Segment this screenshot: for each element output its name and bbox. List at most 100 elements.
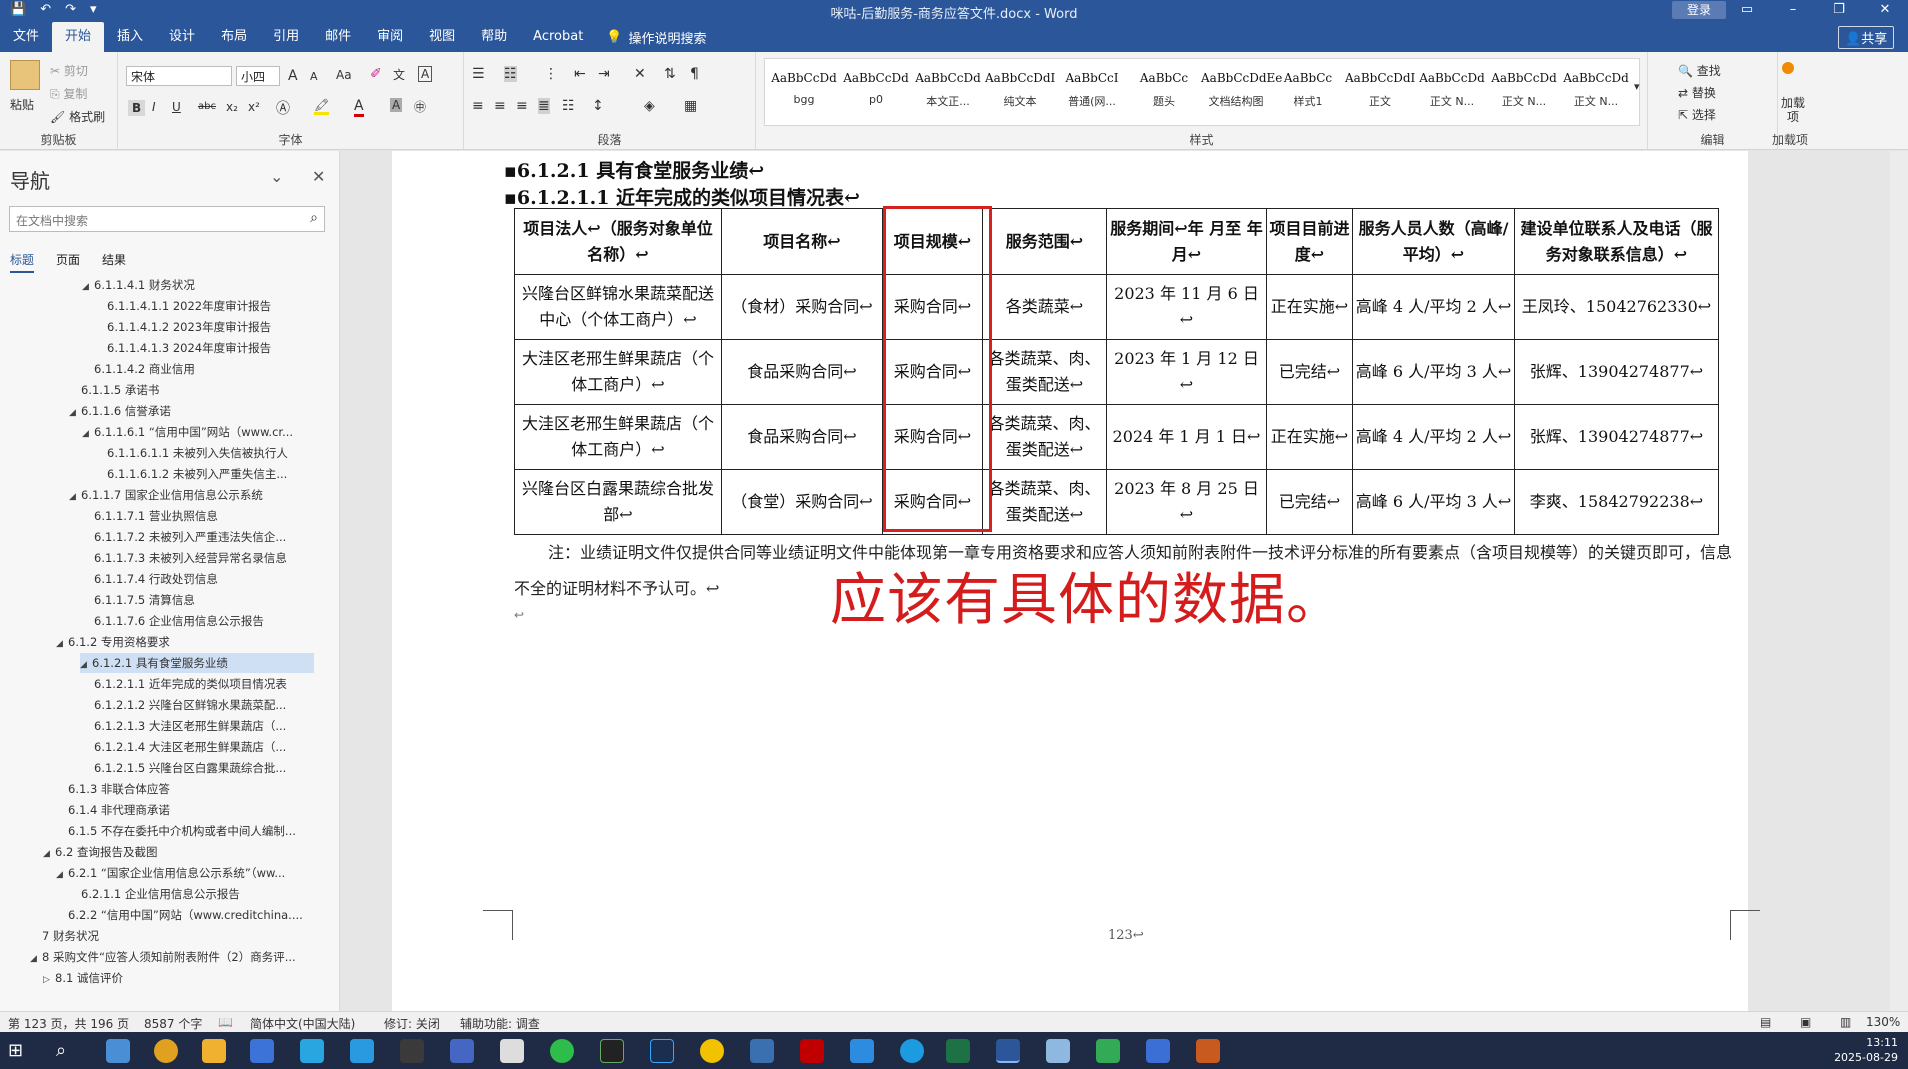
nav-outline-item[interactable]: 6.1.2.1.3 大洼区老邢生鲜果蔬店（... bbox=[82, 716, 286, 736]
acrobat-icon[interactable] bbox=[800, 1039, 824, 1063]
style-item[interactable]: AaBbCcDd p0 bbox=[841, 63, 911, 121]
app-icon[interactable] bbox=[300, 1039, 324, 1063]
addins-button[interactable]: 加载项 bbox=[1778, 96, 1808, 124]
nav-outline-item[interactable]: ▷ 8.1 诚信评价 bbox=[43, 968, 123, 988]
multilevel-list-icon[interactable]: ⋮ bbox=[544, 66, 558, 82]
search-icon[interactable]: ⌕ bbox=[310, 210, 318, 226]
app-icon[interactable] bbox=[1046, 1039, 1070, 1063]
underline-button[interactable]: U bbox=[172, 100, 181, 114]
search-icon[interactable]: ⌕ bbox=[56, 1039, 80, 1063]
font-color-icon[interactable]: A bbox=[354, 98, 364, 117]
char-shading-icon[interactable]: A bbox=[390, 98, 403, 112]
addin-icon[interactable] bbox=[1782, 62, 1794, 74]
nav-outline-item[interactable]: 6.1.3 非联合体应答 bbox=[56, 779, 170, 799]
show-marks-icon[interactable]: ¶ bbox=[690, 66, 699, 82]
app-icon[interactable] bbox=[600, 1039, 624, 1063]
justify-icon[interactable]: ≣ bbox=[538, 98, 550, 114]
nav-outline-item[interactable]: 6.1.1.7.6 企业信用信息公示报告 bbox=[82, 611, 264, 631]
expand-toggle-icon[interactable]: ◢ bbox=[69, 403, 81, 423]
superscript-button[interactable]: x² bbox=[248, 100, 260, 114]
zoom-level[interactable]: 130% bbox=[1866, 1015, 1900, 1029]
nav-outline-item[interactable]: ◢ 6.1.1.7 国家企业信用信息公示系统 bbox=[69, 485, 263, 505]
style-item[interactable]: AaBbCcDdI 正文 bbox=[1345, 63, 1415, 121]
nav-outline-item[interactable]: 6.1.1.7.4 行政处罚信息 bbox=[82, 569, 218, 589]
tab-references[interactable]: 引用 bbox=[260, 22, 312, 52]
nav-close-icon[interactable]: ✕ bbox=[312, 167, 325, 186]
share-button[interactable]: 👤共享 bbox=[1838, 26, 1895, 49]
strikethrough-button[interactable]: abc bbox=[198, 101, 216, 112]
page-count[interactable]: 第 123 页，共 196 页 bbox=[8, 1015, 129, 1032]
nav-outline-item[interactable]: 6.2.1.1 企业信用信息公示报告 bbox=[69, 884, 240, 904]
tab-home[interactable]: 开始 bbox=[52, 22, 105, 52]
nav-outline-item[interactable]: ◢ 8 采购文件“应答人须知前附表附件（2）商务评... bbox=[30, 947, 296, 967]
font-name-box[interactable]: 宋体 bbox=[126, 66, 232, 86]
style-item[interactable]: AaBbCcDd 正文 N... bbox=[1417, 63, 1487, 121]
vpn-icon[interactable] bbox=[450, 1039, 474, 1063]
tab-insert[interactable]: 插入 bbox=[104, 22, 156, 52]
style-item[interactable]: AaBbCcDd 正文 N... bbox=[1561, 63, 1631, 121]
nav-outline-item[interactable]: 6.1.1.7.5 清算信息 bbox=[82, 590, 195, 610]
app-icon[interactable] bbox=[1146, 1039, 1170, 1063]
app-icon[interactable] bbox=[250, 1039, 274, 1063]
paste-button[interactable]: 粘贴 bbox=[10, 96, 34, 113]
nav-outline-item[interactable]: ◢ 6.1.2 专用资格要求 bbox=[56, 632, 170, 652]
expand-toggle-icon[interactable]: ◢ bbox=[43, 844, 55, 864]
nav-outline-item[interactable]: 6.1.1.7.2 未被列入严重违法失信企... bbox=[82, 527, 286, 547]
excel-icon[interactable] bbox=[946, 1039, 970, 1063]
app-icon[interactable] bbox=[900, 1039, 924, 1063]
borders-icon[interactable]: ▦ bbox=[684, 98, 697, 114]
calculator-icon[interactable] bbox=[106, 1039, 130, 1063]
tab-file[interactable]: 文件 bbox=[0, 22, 52, 52]
wechat-icon[interactable] bbox=[550, 1039, 574, 1063]
grow-font-button[interactable]: A bbox=[288, 68, 298, 84]
nav-outline-item[interactable]: ◢ 6.2.1 “国家企业信用信息公示系统”（ww... bbox=[56, 863, 285, 883]
style-item[interactable]: AaBbCcDd 正文 N... bbox=[1489, 63, 1559, 121]
word-icon[interactable] bbox=[996, 1039, 1020, 1063]
vertical-scrollbar[interactable] bbox=[1890, 151, 1908, 1011]
nav-outline-item[interactable]: 6.1.2.1.5 兴隆台区白露果蔬综合批... bbox=[82, 758, 286, 778]
qq-icon[interactable] bbox=[700, 1039, 724, 1063]
style-item[interactable]: AaBbCcDdEe 文档结构图 bbox=[1201, 63, 1282, 121]
style-item[interactable]: AaBbCcDd 本文正... bbox=[913, 63, 983, 121]
tab-layout[interactable]: 布局 bbox=[208, 22, 260, 52]
expand-toggle-icon[interactable]: ◢ bbox=[82, 424, 94, 444]
bold-button[interactable]: B bbox=[128, 100, 146, 116]
nav-outline-item[interactable]: ◢ 6.1.2.1 具有食堂服务业绩 bbox=[80, 653, 314, 673]
app-icon[interactable] bbox=[400, 1039, 424, 1063]
styles-more-icon[interactable]: ▾ bbox=[1634, 80, 1640, 93]
italic-button[interactable]: I bbox=[152, 100, 156, 114]
tab-acrobat[interactable]: Acrobat bbox=[520, 22, 596, 52]
nav-outline-item[interactable]: 6.1.1.4.1.1 2022年度审计报告 bbox=[95, 296, 271, 316]
photoshop-icon[interactable] bbox=[650, 1039, 674, 1063]
chinese-layout-icon[interactable]: ✕ bbox=[634, 66, 646, 82]
distributed-icon[interactable]: ☷ bbox=[562, 98, 575, 114]
shrink-font-button[interactable]: A bbox=[310, 70, 318, 83]
expand-toggle-icon[interactable]: ◢ bbox=[30, 949, 42, 969]
minimize-icon[interactable]: – bbox=[1770, 0, 1816, 22]
nav-outline-item[interactable]: 6.2.2 “信用中国”网站（www.creditchina.... bbox=[56, 905, 303, 925]
expand-toggle-icon[interactable]: ▷ bbox=[43, 970, 55, 990]
browser-icon[interactable] bbox=[154, 1039, 178, 1063]
nav-outline-item[interactable]: 6.1.1.6.1.2 未被列入严重失信主... bbox=[95, 464, 287, 484]
nav-outline-item[interactable]: 6.1.5 不存在委托中介机构或者中间人编制... bbox=[56, 821, 296, 841]
text-effects-icon[interactable]: Ⓐ bbox=[276, 98, 290, 118]
nav-outline-item[interactable]: 6.1.1.7.3 未被列入经营异常名录信息 bbox=[82, 548, 287, 568]
expand-toggle-icon[interactable]: ◢ bbox=[82, 277, 94, 297]
style-item[interactable]: AaBbCc 题头 bbox=[1129, 63, 1199, 121]
nav-tab-headings[interactable]: 标题 bbox=[10, 251, 35, 273]
word-count[interactable]: 8587 个字 bbox=[144, 1015, 202, 1032]
expand-toggle-icon[interactable]: ◢ bbox=[56, 634, 68, 654]
system-clock[interactable]: 13:11 2025-08-29 bbox=[1834, 1035, 1898, 1065]
tab-view[interactable]: 视图 bbox=[416, 22, 468, 52]
style-item[interactable]: AaBbCcI 普通(网... bbox=[1057, 63, 1127, 121]
app-icon[interactable] bbox=[750, 1039, 774, 1063]
nav-outline-item[interactable]: 6.1.1.7.1 营业执照信息 bbox=[82, 506, 218, 526]
track-changes-status[interactable]: 修订: 关闭 bbox=[384, 1015, 440, 1032]
increase-indent-icon[interactable]: ⇥ bbox=[598, 66, 610, 82]
font-size-box[interactable]: 小四 bbox=[236, 66, 280, 86]
web-layout-icon[interactable]: ▥ bbox=[1840, 1015, 1851, 1029]
change-case-button[interactable]: Aa bbox=[336, 68, 352, 82]
tab-design[interactable]: 设计 bbox=[156, 22, 208, 52]
decrease-indent-icon[interactable]: ⇤ bbox=[574, 66, 586, 82]
app-icon[interactable] bbox=[500, 1039, 524, 1063]
